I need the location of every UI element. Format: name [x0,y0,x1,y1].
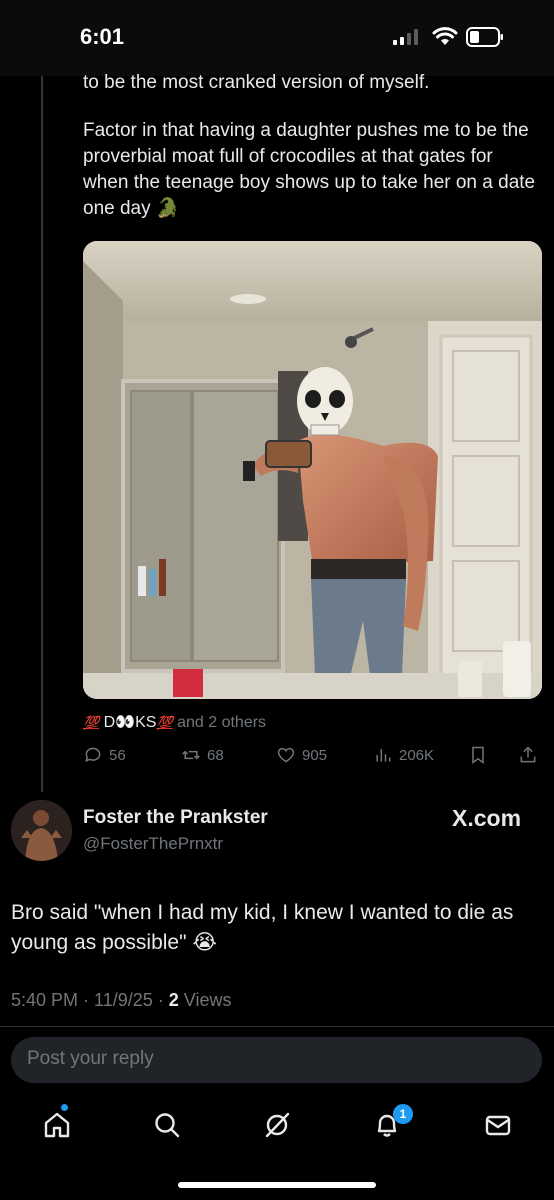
reply-timestamp-line: 5:40 PM · 11/9/25 · 2 Views [11,990,231,1011]
reply-text: Bro said "when I had my kid, I knew I wa… [11,898,541,958]
status-time: 6:01 [80,24,125,49]
views-button[interactable]: 206K [373,745,434,765]
post-metrics: 56 68 905 206K [83,745,543,769]
post-text-line-2: Factor in that having a daughter pushes … [83,120,536,219]
cellular-signal-icon [393,29,418,45]
liked-by-line[interactable]: 💯 D👀KS💯 and 2 others [83,712,266,732]
post-text-paragraph: Factor in that having a daughter pushes … [83,118,538,222]
grok-icon [265,1112,290,1138]
thread-line [41,76,43,792]
home-indicator [178,1182,376,1188]
reply-button[interactable]: 56 [83,745,126,765]
bookmark-icon [472,746,484,764]
like-button[interactable]: 905 [276,745,327,765]
repost-icon [182,750,200,760]
post-image[interactable] [83,241,542,699]
tab-grok[interactable] [262,1110,292,1140]
repost-button[interactable]: 68 [181,745,224,765]
battery-icon [466,27,503,47]
analytics-icon [376,749,391,762]
repost-count: 68 [207,746,224,764]
divider [0,1026,554,1027]
liker-name-a: D [103,714,116,731]
reply-text-body: Bro said "when I had my kid, I knew I wa… [11,901,514,954]
mail-icon [485,1115,511,1136]
hundred-emoji: 💯 [83,715,100,730]
reply-views-label: Views [178,990,232,1010]
bookmark-button[interactable] [468,745,488,765]
crying-emoji: 😭 [192,931,217,954]
reply-timestamp: 5:40 PM · 11/9/25 · [11,990,169,1010]
post-text-line-1: to be the most cranked version of myself… [83,72,430,93]
reply-icon [85,747,101,763]
mirror-selfie-illustration [83,241,542,699]
likers-others: and 2 others [172,714,267,731]
reply-display-name[interactable]: Foster the Prankster [83,807,268,829]
tab-home[interactable] [42,1110,72,1140]
avatar-image [11,800,72,861]
heart-icon [277,747,295,763]
hundred-emoji-end: 💯 [156,715,173,730]
wifi-icon [432,27,458,45]
post-text: to be the most cranked version of myself… [83,70,538,244]
view-count: 206K [399,746,435,764]
notification-badge: 1 [393,1104,413,1124]
share-icon [520,746,536,763]
avatar[interactable] [11,800,72,861]
search-icon [155,1113,180,1138]
reply-handle[interactable]: @FosterThePrnxtr [83,834,223,854]
like-count: 905 [302,746,328,764]
reply-input-placeholder: Post your reply [27,1048,154,1069]
share-button[interactable] [518,745,538,765]
reply-count: 56 [109,746,126,764]
tab-search[interactable] [152,1110,182,1140]
home-unread-dot [61,1104,68,1111]
crocodile-emoji: 🐊 [155,198,180,219]
liker-names: 💯 D👀KS💯 [83,714,173,731]
liker-name-b: KS [135,714,157,731]
eyes-emoji: 👀 [115,714,136,731]
home-icon [44,1112,70,1138]
xcom-watermark: X.com [452,805,522,831]
tab-messages[interactable] [483,1110,513,1140]
reply-views-count: 2 [168,990,179,1010]
